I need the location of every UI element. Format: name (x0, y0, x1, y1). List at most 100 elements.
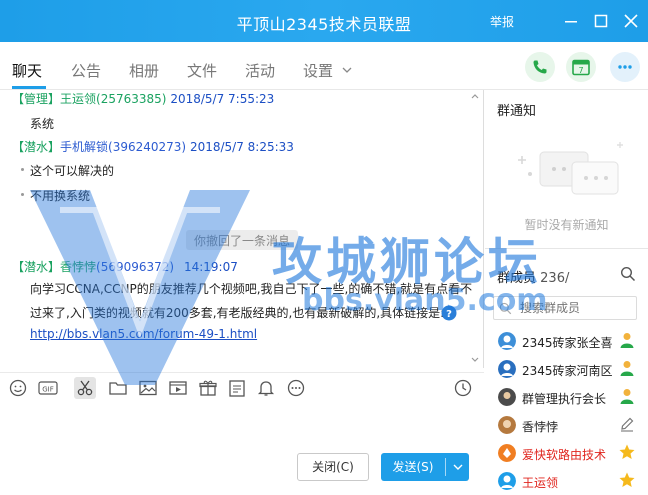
member-item[interactable]: 王运领 (485, 468, 648, 495)
message-header: 【潜水】香悖悖(569096372) 14:19:07 (12, 258, 238, 275)
member-name: 爱快软路由技术 (522, 448, 607, 462)
message-text: 向学习CCNA,CCNP的朋友推荐几个视频吧,我自己下了一些,的确不错,就是有点… (30, 282, 473, 296)
empty-notice-text: 暂时没有新通知 (524, 218, 609, 232)
members-title: 群成员 236/ (497, 267, 569, 286)
emoji-icon[interactable] (7, 377, 29, 399)
sender-id[interactable]: (569096372) (96, 260, 174, 274)
sender-name[interactable]: 香悖悖 (60, 260, 96, 274)
member-item[interactable]: 群管理执行会长 (485, 384, 648, 412)
calendar-day: 7 (578, 66, 583, 75)
tab-announcement[interactable]: 公告 (71, 60, 101, 81)
members-count: 236/ (540, 271, 570, 286)
close-button[interactable]: 关闭(C) (297, 453, 369, 481)
message-text: 不用换系统 (20, 189, 91, 203)
calendar-icon: 7 (572, 59, 590, 76)
members-label: 群成员 (497, 271, 537, 286)
more-icon (618, 65, 632, 69)
sender-id[interactable]: (25763385) (96, 92, 166, 106)
member-item[interactable]: 2345砖家张全喜 (485, 328, 648, 356)
member-name: 群管理执行会长 (522, 392, 607, 406)
phone-icon (533, 60, 547, 74)
svg-text:?: ? (446, 309, 452, 320)
tab-files[interactable]: 文件 (187, 60, 217, 81)
close-icon[interactable] (620, 10, 642, 32)
member-item[interactable]: 爱快软路由技术 (485, 440, 648, 468)
message-link[interactable]: http://bbs.vlan5.com/forum-49-1.html (30, 327, 257, 341)
input-toolbar: GIF (0, 372, 484, 402)
sender-id[interactable]: (396240273) (108, 140, 186, 154)
admin-badge-icon (620, 361, 634, 376)
avatar (498, 332, 516, 350)
tab-activity[interactable]: 活动 (245, 60, 275, 81)
message-header: 【管理】王运领(25763385) 2018/5/7 7:55:23 (12, 90, 274, 107)
avatar (498, 472, 516, 490)
tab-settings[interactable]: 设置 (303, 60, 333, 81)
bell-icon[interactable] (255, 377, 277, 399)
tab-chat[interactable]: 聊天 (12, 60, 42, 81)
sender-name[interactable]: 王运领 (60, 92, 96, 106)
owner-star-icon (619, 472, 635, 487)
calendar-button[interactable]: 7 (566, 52, 596, 82)
member-item[interactable]: 香悖悖 (485, 412, 648, 440)
folder-icon[interactable] (107, 377, 129, 399)
history-icon[interactable] (452, 377, 474, 399)
panel-divider (485, 248, 648, 249)
active-tab-indicator (12, 86, 46, 89)
tab-bar: 聊天 公告 相册 文件 活动 设置 7 (0, 42, 648, 90)
search-icon[interactable] (620, 266, 636, 282)
message-text: 过来了,入门类的视频就有200多套,有老版经典的,也有最新破解的,具体链接是: (30, 306, 445, 320)
avatar (498, 444, 516, 462)
send-button-divider (445, 458, 446, 476)
gift-icon[interactable] (197, 377, 219, 399)
member-search-input[interactable] (493, 296, 637, 320)
message-text: 这个可以解决的 (20, 164, 115, 178)
send-button-label: 发送(S) (392, 460, 434, 474)
member-name: 香悖悖 (522, 420, 559, 434)
message-time: 2018/5/7 8:25:33 (189, 140, 294, 154)
minimize-icon[interactable] (560, 10, 582, 32)
window-title: 平顶山2345技术员联盟 (236, 15, 412, 34)
admin-badge-icon (620, 389, 634, 404)
maximize-icon[interactable] (590, 10, 612, 32)
message-time: 14:19:07 (183, 260, 238, 274)
video-icon[interactable] (167, 377, 189, 399)
scroll-up-icon[interactable] (470, 92, 480, 102)
scissors-icon[interactable] (74, 377, 96, 399)
report-link[interactable]: 举报 (490, 13, 514, 30)
member-role: 【潜水】 (12, 260, 61, 274)
send-button[interactable]: 发送(S) (381, 453, 469, 481)
avatar (498, 416, 516, 434)
voice-call-button[interactable] (525, 52, 555, 82)
rich-text-icon[interactable] (226, 377, 248, 399)
chevron-down-icon[interactable] (342, 66, 352, 74)
tab-album[interactable]: 相册 (129, 60, 159, 81)
admin-badge-icon (620, 333, 634, 348)
member-role: 【管理】 (12, 92, 61, 106)
sender-name[interactable]: 手机解锁 (60, 140, 108, 154)
member-name: 2345砖家张全喜 (522, 336, 613, 350)
message-input[interactable] (0, 402, 484, 495)
more-button[interactable] (610, 52, 640, 82)
svg-text:GIF: GIF (42, 386, 54, 394)
member-name: 王运领 (522, 476, 559, 490)
member-item[interactable]: 2345砖家河南区 (485, 356, 648, 384)
chat-history[interactable]: 【管理】王运领(25763385) 2018/5/7 7:55:23 系统 【潜… (0, 90, 484, 368)
image-icon[interactable] (137, 377, 159, 399)
message-time: 2018/5/7 7:55:23 (170, 92, 275, 106)
avatar (498, 360, 516, 378)
member-name: 2345砖家河南区 (522, 364, 613, 378)
search-icon (499, 302, 512, 315)
message-text: 系统 (30, 117, 55, 131)
edit-icon[interactable] (618, 415, 636, 433)
send-options-chevron-icon[interactable] (447, 453, 469, 481)
message-header: 【潜水】手机解锁(396240273) 2018/5/7 8:25:33 (12, 138, 294, 155)
gif-icon[interactable]: GIF (37, 377, 59, 399)
title-bar: 平顶山2345技术员联盟 举报 (0, 0, 648, 42)
avatar (498, 388, 516, 406)
more-tools-icon[interactable] (285, 377, 307, 399)
scroll-down-icon[interactable] (470, 354, 480, 364)
side-panel: 群通知 暂时没有新通知 群成员 236/ 2345砖家张全喜 2345砖家河南区… (485, 90, 648, 495)
help-icon[interactable]: ? (441, 305, 457, 321)
empty-notice-illustration (518, 142, 623, 195)
member-role: 【潜水】 (12, 140, 61, 154)
